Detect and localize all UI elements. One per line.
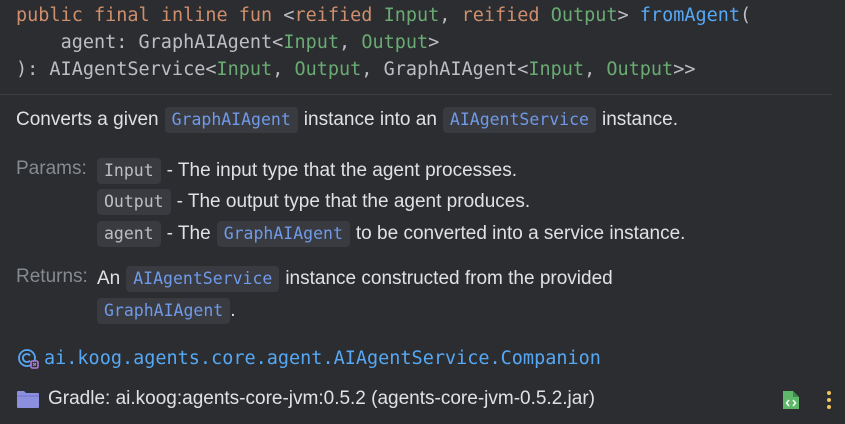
sig-param-agent: agent: GraphAIAgent< (60, 32, 284, 53)
param-name: agent (97, 221, 161, 247)
param-name: Input (97, 158, 161, 184)
param-item: agent - The GraphAIAgent to be converted… (97, 221, 685, 247)
description-text: instance. (601, 109, 679, 130)
sig-return-mid: , GraphAIAgent< (361, 59, 529, 80)
sig-return-start: ): AIAgentService< (16, 59, 217, 80)
kw-reified-output: reified (461, 5, 540, 26)
divider (0, 94, 832, 95)
param-description: - The output type that the agent produce… (176, 191, 531, 212)
description: Converts a given GraphAIAgent instance i… (16, 107, 678, 133)
kw-fun: fun (238, 5, 273, 26)
kw-reified-input: reified (294, 5, 373, 26)
sig-return-end: >> (673, 59, 696, 80)
params-label-row: Params: (16, 158, 87, 180)
kw-final: final (93, 5, 150, 26)
sig-lt: < (283, 5, 295, 26)
companion-class-icon (16, 346, 40, 370)
code-link-graphaiagent[interactable]: GraphAIAgent (216, 221, 350, 247)
library-footer: Gradle: ai.koog:agents-core-jvm:0.5.2 (a… (16, 388, 595, 410)
returns-text: instance constructed from the provided (285, 268, 613, 289)
sig-comma: , (584, 59, 607, 80)
sig-paren-open: ( (740, 5, 752, 26)
sig-gt: > (617, 5, 629, 26)
returns-line-2: GraphAIAgent. (97, 298, 236, 324)
package-link[interactable]: ai.koog.agents.core.agent.AIAgentService… (16, 346, 601, 370)
type-input[interactable]: Input (528, 59, 584, 80)
returns-label: Returns: (16, 266, 88, 287)
type-input[interactable]: Input (384, 5, 440, 26)
code-link-graphaiagent[interactable]: GraphAIAgent (164, 107, 298, 133)
param-description: - The (166, 223, 211, 244)
type-output[interactable]: Output (361, 32, 428, 53)
function-signature: public final inline fun <reified Input, … (16, 2, 751, 83)
returns-text: . (230, 300, 236, 321)
params-label: Params: (16, 158, 87, 179)
code-link-graphaiagent[interactable]: GraphAIAgent (97, 298, 231, 324)
kw-public: public (16, 5, 83, 26)
description-text: instance into an (303, 109, 437, 130)
open-source-icon[interactable] (779, 388, 803, 412)
folder-icon (16, 389, 40, 409)
description-text: Converts a given (16, 109, 159, 130)
type-output[interactable]: Output (606, 59, 673, 80)
type-input[interactable]: Input (283, 32, 339, 53)
param-item: Input - The input type that the agent pr… (97, 158, 517, 184)
sig-comma: , (439, 5, 451, 26)
more-options-icon[interactable] (820, 388, 838, 412)
code-link-aiagentservice[interactable]: AIAgentService (126, 266, 280, 292)
param-name: Output (97, 189, 171, 215)
library-path: Gradle: ai.koog:agents-core-jvm:0.5.2 (a… (48, 388, 596, 409)
package-link-text[interactable]: ai.koog.agents.core.agent.AIAgentService… (44, 348, 601, 369)
param-description: - The input type that the agent processe… (166, 160, 517, 181)
param-description: to be converted into a service instance. (355, 223, 686, 244)
type-output[interactable]: Output (551, 5, 618, 26)
sig-close: > (428, 32, 440, 53)
sig-comma: , (339, 32, 362, 53)
returns-label-row: Returns: (16, 266, 88, 288)
sig-comma: , (272, 59, 295, 80)
type-input[interactable]: Input (216, 59, 272, 80)
code-link-aiagentservice[interactable]: AIAgentService (442, 107, 596, 133)
param-item: Output - The output type that the agent … (97, 189, 530, 215)
function-name: fromAgent (639, 5, 741, 26)
type-output[interactable]: Output (294, 59, 361, 80)
returns-text: An (97, 268, 121, 289)
kw-inline: inline (160, 5, 228, 26)
returns-line-1: An AIAgentService instance constructed f… (97, 266, 613, 292)
